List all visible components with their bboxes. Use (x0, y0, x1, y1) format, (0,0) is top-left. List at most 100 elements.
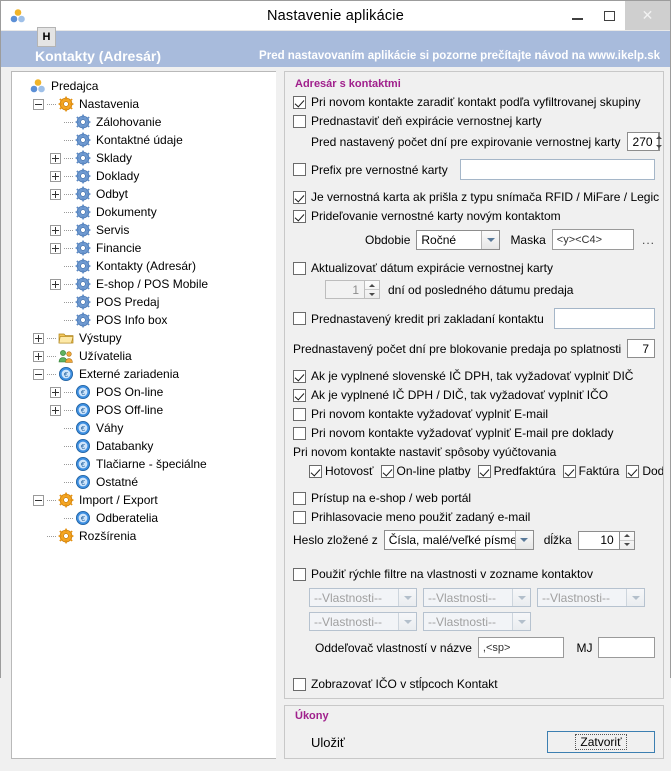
tree-item-pos-predaj[interactable]: POS Predaj (16, 293, 276, 311)
mask-browse-button[interactable]: ... (642, 233, 655, 247)
tree-item-roz-renia[interactable]: Rozšírenia (16, 527, 276, 545)
tree-item-nastavenia[interactable]: Nastavenia (16, 95, 276, 113)
input-prefix-loyalty[interactable] (459, 159, 655, 180)
menu-item-h[interactable]: H (37, 27, 56, 47)
expand-icon[interactable] (33, 350, 44, 362)
tree-item-databanky[interactable]: € Databanky (16, 437, 276, 455)
tree-item-z-lohovanie[interactable]: Zálohovanie (16, 113, 276, 131)
tree-item-servis[interactable]: Servis (16, 221, 276, 239)
input-preset-days[interactable]: 270 (626, 132, 659, 151)
row-preset-expiry-day[interactable]: Prednastaviť deň expirácie vernostnej ka… (293, 112, 655, 130)
expand-icon[interactable] (50, 278, 61, 290)
expand-icon[interactable] (50, 188, 61, 200)
row-require-ico[interactable]: Ak je vyplnené IČ DPH / DIČ, tak vyžadov… (293, 386, 655, 404)
tree-item-tla-iarne-peci-lne[interactable]: € Tlačiarne - špeciálne (16, 455, 276, 473)
input-password-length[interactable]: 10 (577, 530, 620, 550)
row-update-expiry[interactable]: Aktualizovať dátum expirácie vernostnej … (293, 259, 655, 277)
tree-item-kontakty-adres-r[interactable]: Kontakty (Adresár) (16, 257, 276, 275)
checkbox-preset-credit[interactable] (293, 312, 306, 325)
maximize-button[interactable] (593, 1, 625, 30)
select-property-4[interactable]: --Vlastnosti-- (309, 612, 417, 631)
checkbox-assign-loyalty-new[interactable] (293, 209, 306, 223)
checkbox-require-email[interactable] (293, 407, 306, 421)
payment-mode-item[interactable]: Dodací lis (626, 464, 663, 478)
tree-item-pos-off-line[interactable]: € POS Off-line (16, 401, 276, 419)
tree-item-odberatelia[interactable]: € Odberatelia (16, 509, 276, 527)
row-login-email[interactable]: Prihlasovacie meno použiť zadaný e-mail (293, 508, 655, 526)
row-quick-filters[interactable]: Použiť rýchle filtre na vlastnosti v zoz… (293, 565, 655, 583)
checkbox-require-email-docs[interactable] (293, 426, 306, 440)
checkbox-payment-mode[interactable] (477, 464, 491, 478)
expand-icon[interactable] (50, 242, 61, 254)
stepper-password-length[interactable] (619, 530, 635, 550)
tree-item-import-export[interactable]: Import / Export (16, 491, 276, 509)
expand-icon[interactable] (50, 224, 61, 236)
row-assign-loyalty-new[interactable]: Prideľovanie vernostné karty novým konta… (293, 207, 655, 225)
payment-modes-list[interactable]: Hotovosť On-line platby Predfaktúra Faktúra… (309, 462, 663, 480)
tree-item-predajca[interactable]: Predajca (16, 77, 276, 95)
checkbox-show-ico-column[interactable] (293, 677, 306, 691)
input-preset-credit[interactable] (553, 308, 655, 329)
expand-icon[interactable] (50, 170, 61, 182)
checkbox-group-by-filter[interactable] (293, 95, 306, 109)
tree-item-u-vatelia[interactable]: Užívatelia (16, 347, 276, 365)
tree-item-doklady[interactable]: Doklady (16, 167, 276, 185)
checkbox-preset-expiry-day[interactable] (293, 114, 306, 128)
input-mj[interactable] (598, 637, 655, 658)
tree-item-extern-zariadenia[interactable]: € Externé zariadenia (16, 365, 276, 383)
payment-mode-item[interactable]: Predfaktúra (477, 464, 556, 478)
tree-item-sklady[interactable]: Sklady (16, 149, 276, 167)
checkbox-require-ico[interactable] (293, 388, 306, 402)
row-eshop-access[interactable]: Prístup na e-shop / web portál (293, 489, 655, 507)
tree-item-financie[interactable]: Financie (16, 239, 276, 257)
expand-icon[interactable] (50, 152, 61, 164)
checkbox-payment-mode[interactable] (309, 464, 322, 478)
select-period[interactable]: Ročné (416, 229, 501, 250)
navigation-tree[interactable]: Predajca Nastavenia Zálohovanie Kontaktné ú… (12, 72, 276, 545)
payment-mode-item[interactable]: Hotovosť (309, 464, 374, 478)
select-property-5[interactable]: --Vlastnosti-- (423, 612, 531, 631)
property-selects-row-2[interactable]: --Vlastnosti-- --Vlastnosti-- (309, 612, 655, 631)
checkbox-login-email[interactable] (293, 510, 306, 524)
row-prefix-loyalty[interactable]: Prefix pre vernostné karty (293, 159, 655, 180)
input-days-since-sale[interactable]: 1 (325, 280, 365, 299)
select-property-3[interactable]: --Vlastnosti-- (537, 588, 645, 607)
checkbox-require-dic[interactable] (293, 369, 306, 383)
collapse-icon[interactable] (33, 368, 44, 380)
tree-item-odbyt[interactable]: Odbyt (16, 185, 276, 203)
save-button[interactable]: Uložiť (311, 735, 345, 750)
input-block-sale-days[interactable]: 7 (627, 339, 655, 358)
checkbox-eshop-access[interactable] (293, 491, 306, 505)
tree-item-pos-on-line[interactable]: € POS On-line (16, 383, 276, 401)
minimize-button[interactable] (561, 1, 593, 30)
checkbox-loyalty-from-reader[interactable] (293, 190, 306, 204)
expand-icon[interactable] (50, 386, 61, 398)
select-property-1[interactable]: --Vlastnosti-- (309, 588, 417, 607)
select-property-2[interactable]: --Vlastnosti-- (423, 588, 531, 607)
checkbox-update-expiry[interactable] (293, 261, 306, 275)
checkbox-payment-mode[interactable] (562, 464, 576, 478)
collapse-icon[interactable] (33, 98, 44, 110)
row-require-email-docs[interactable]: Pri novom kontakte vyžadovať vyplniť E-m… (293, 424, 655, 442)
expand-icon[interactable] (50, 404, 61, 416)
expand-icon[interactable] (33, 332, 44, 344)
close-button[interactable]: ✕ (625, 1, 670, 30)
payment-mode-item[interactable]: Faktúra (562, 464, 619, 478)
row-loyalty-from-reader[interactable]: Je vernostná karta ak prišla z typu sním… (293, 188, 659, 206)
select-password-rule[interactable]: Čísla, malé/veľké písmená, od (383, 530, 534, 550)
checkbox-quick-filters[interactable] (293, 567, 306, 581)
input-separator[interactable]: ,<sp> (477, 637, 565, 658)
checkbox-payment-mode[interactable] (626, 464, 640, 478)
tree-item-pos-info-box[interactable]: POS Info box (16, 311, 276, 329)
row-require-dic[interactable]: Ak je vyplnené slovenské IČ DPH, tak vyž… (293, 367, 655, 385)
tree-item-kontaktn-daje[interactable]: Kontaktné údaje (16, 131, 276, 149)
checkbox-prefix-loyalty[interactable] (293, 163, 306, 176)
row-require-email[interactable]: Pri novom kontakte vyžadovať vyplniť E-m… (293, 405, 655, 423)
row-group-by-filter[interactable]: Pri novom kontakte zaradiť kontakt podľa… (293, 93, 655, 111)
tree-item-ostatn[interactable]: € Ostatné (16, 473, 276, 491)
property-selects-row-1[interactable]: --Vlastnosti-- --Vlastnosti-- --Vlastnosti… (309, 588, 655, 607)
payment-mode-item[interactable]: On-line platby (380, 464, 471, 478)
row-preset-credit[interactable]: Prednastavený kredit pri zakladaní konta… (293, 308, 655, 329)
tree-item-v-stupy[interactable]: Výstupy (16, 329, 276, 347)
close-dialog-button[interactable]: Zatvoriť (547, 731, 655, 753)
